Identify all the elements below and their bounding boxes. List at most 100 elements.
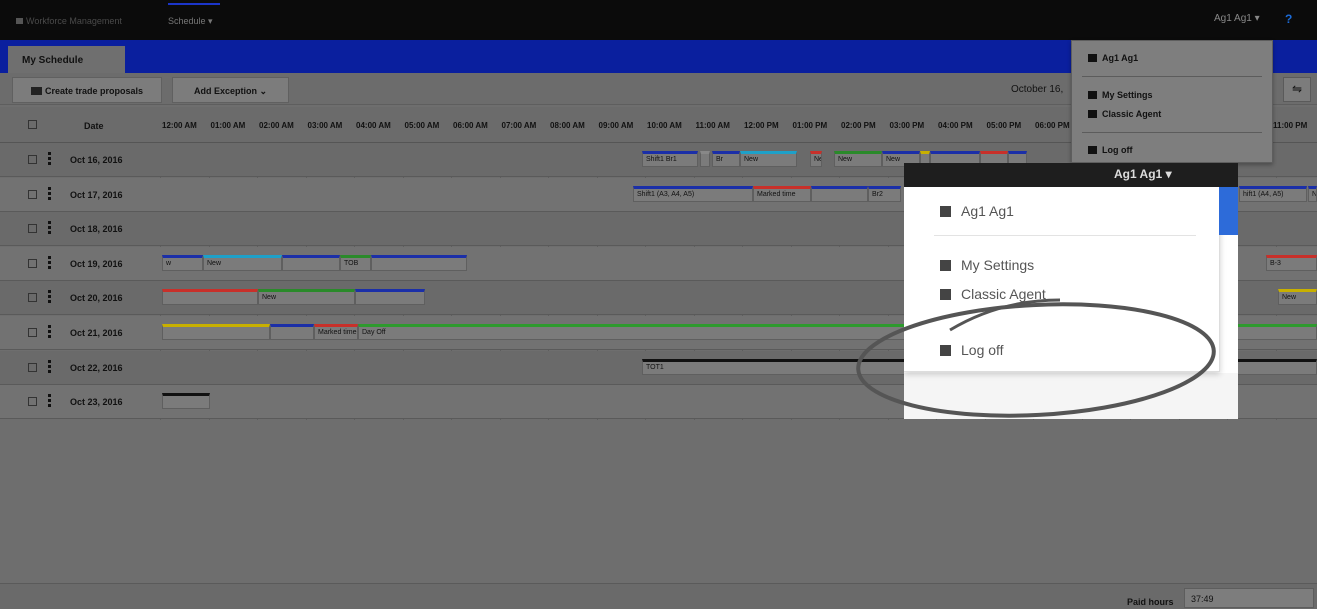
zoom-background (904, 373, 1238, 419)
row-menu-icon[interactable] (48, 325, 51, 339)
schedule-segment[interactable]: Shift1 Br1 (642, 151, 698, 167)
schedule-segment[interactable]: Ne (1308, 185, 1317, 202)
user-name-label: Ag1 Ag1 (1102, 53, 1139, 63)
log-off-icon (940, 345, 951, 356)
top-bar: Workforce Management Schedule ▾ Ag1 Ag1 … (0, 0, 1317, 40)
schedule-segment[interactable]: TOB (340, 254, 371, 271)
tab-my-schedule[interactable]: My Schedule (8, 46, 125, 73)
row-checkbox[interactable] (28, 328, 37, 337)
app-logo-icon (16, 18, 23, 24)
filter-settings-icon[interactable]: ⇋ (1283, 77, 1311, 102)
row-menu-icon[interactable] (48, 255, 51, 270)
zoom-user-toggle[interactable]: Ag1 Ag1 ▾ (1114, 167, 1172, 181)
hour-header: 11:00 PM (1273, 121, 1308, 130)
schedule-segment[interactable]: New (203, 254, 282, 271)
row-checkbox[interactable] (28, 362, 37, 372)
row-menu-icon[interactable] (48, 152, 51, 166)
log-off-item[interactable]: Log off (1088, 145, 1133, 155)
row-menu-icon[interactable] (48, 394, 51, 408)
row-menu-icon[interactable] (48, 186, 51, 201)
row-date: Oct 18, 2016 (70, 224, 123, 235)
row-menu-icon[interactable] (48, 359, 51, 374)
row-checkbox[interactable] (28, 397, 37, 407)
menu-divider (1082, 132, 1262, 133)
row-checkbox[interactable] (28, 155, 37, 164)
zoom-log-off-item[interactable]: Log off (940, 342, 1004, 358)
schedule-segment[interactable]: Marked time (753, 185, 811, 202)
user-menu-toggle[interactable]: Ag1 Ag1 ▾ (1214, 13, 1260, 24)
schedule-segment[interactable] (282, 254, 340, 271)
footer-bar (0, 583, 1317, 609)
help-icon[interactable]: ? (1285, 12, 1292, 26)
hour-header: 01:00 AM (210, 121, 246, 130)
row-menu-icon[interactable] (48, 290, 51, 304)
row-menu-icon[interactable] (48, 221, 51, 235)
app-title: Workforce Management (26, 16, 122, 26)
classic-agent-label: Classic Agent (1102, 109, 1162, 119)
schedule-segment[interactable]: New (1278, 289, 1317, 306)
schedule-segment[interactable] (162, 289, 258, 306)
schedule-menu[interactable]: Schedule ▾ (168, 16, 213, 27)
active-menu-indicator (168, 3, 220, 5)
schedule-segment[interactable]: New (258, 289, 355, 306)
monitor-icon (940, 289, 951, 300)
hour-header: 10:00 AM (647, 121, 682, 130)
hour-header: 03:00 AM (307, 121, 343, 130)
schedule-segment[interactable]: Ne (810, 151, 822, 167)
row-date: Oct 17, 2016 (70, 189, 123, 200)
zoom-callout: Ag1 Ag1 ▾ Ag1 Ag1 My Settings Classic Ag… (904, 163, 1238, 419)
zoom-classic-agent-item[interactable]: Classic Agent (940, 286, 1046, 302)
hour-header: 08:00 AM (550, 121, 585, 130)
schedule-segment[interactable]: w (162, 254, 203, 271)
user-icon (1088, 54, 1097, 62)
hour-header: 07:00 AM (501, 121, 537, 130)
schedule-segment[interactable]: New (834, 151, 882, 167)
schedule-segment[interactable] (270, 324, 314, 340)
hour-header: 03:00 PM (889, 121, 925, 130)
row-date: Oct 23, 2016 (70, 397, 123, 408)
zoom-my-settings-label: My Settings (961, 257, 1035, 273)
app-brand[interactable]: Workforce Management (16, 16, 122, 26)
settings-icon (1088, 91, 1097, 99)
schedule-segment[interactable] (355, 289, 425, 306)
row-checkbox[interactable] (28, 258, 37, 268)
schedule-segment[interactable]: Marked time (314, 324, 358, 340)
create-trade-proposals-button[interactable]: Create trade proposals (12, 77, 162, 103)
monitor-icon (1088, 110, 1097, 118)
hour-header: 05:00 AM (404, 121, 440, 130)
schedule-segment[interactable]: Br2 (868, 185, 901, 202)
paid-hours-value: 37:49 (1184, 588, 1314, 608)
schedule-segment[interactable] (811, 185, 868, 202)
schedule-segment[interactable]: B-3 (1266, 254, 1317, 271)
user-name-item[interactable]: Ag1 Ag1 (1088, 53, 1138, 63)
hour-header: 02:00 PM (841, 121, 876, 130)
zoom-log-off-label: Log off (961, 342, 1004, 358)
schedule-segment[interactable]: New (740, 151, 797, 167)
schedule-segment[interactable] (162, 393, 210, 410)
select-all-checkbox[interactable] (28, 120, 37, 129)
row-checkbox[interactable] (28, 224, 37, 234)
row-date: Oct 16, 2016 (70, 155, 123, 165)
zoom-my-settings-item[interactable]: My Settings (940, 257, 1034, 273)
my-settings-item[interactable]: My Settings (1088, 90, 1153, 100)
schedule-segment[interactable]: hift1 (A4, A5) (1239, 185, 1307, 202)
hour-header: 04:00 AM (356, 121, 391, 130)
hour-header: 01:00 PM (792, 121, 828, 130)
add-exception-button[interactable]: Add Exception ⌄ (172, 77, 289, 103)
classic-agent-item[interactable]: Classic Agent (1088, 109, 1161, 119)
schedule-segment[interactable]: Br (712, 151, 740, 167)
hour-header: 02:00 AM (259, 121, 294, 130)
schedule-segment[interactable] (162, 324, 270, 340)
schedule-segment[interactable]: Shift1 (A3, A4, A5) (633, 185, 753, 202)
schedule-segment[interactable] (700, 151, 710, 167)
my-settings-label: My Settings (1102, 90, 1153, 100)
row-checkbox[interactable] (28, 293, 37, 303)
row-date: Oct 21, 2016 (70, 328, 123, 338)
zoom-divider (934, 235, 1196, 236)
row-checkbox[interactable] (28, 189, 37, 199)
hour-header: 04:00 PM (938, 121, 973, 130)
schedule-segment[interactable] (371, 254, 467, 271)
zoom-classic-agent-label: Classic Agent (961, 286, 1046, 302)
row-date: Oct 22, 2016 (70, 362, 123, 373)
zoom-user-name-item[interactable]: Ag1 Ag1 (940, 203, 1014, 219)
